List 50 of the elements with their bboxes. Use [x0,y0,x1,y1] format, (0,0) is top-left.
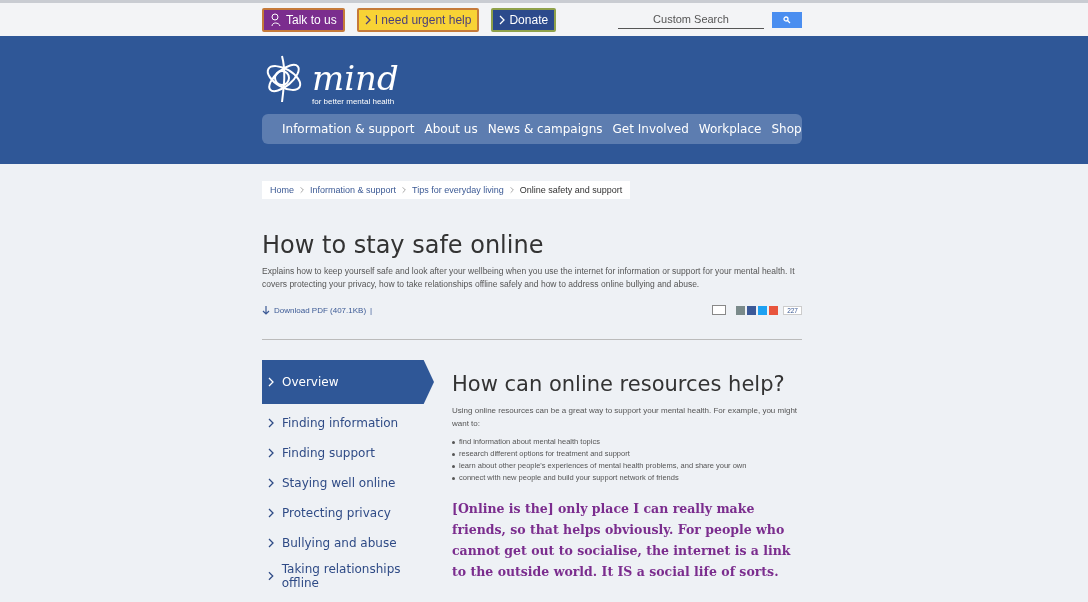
chevron-icon [300,185,304,195]
chevron-icon [268,508,274,518]
logo-tagline: for better mental health [312,97,396,106]
search-field[interactable]: Custom Search [618,10,764,29]
nav-link[interactable]: Information & support [282,122,415,136]
nav-link[interactable]: Workplace [698,122,762,136]
sidebar-item[interactable]: Taking relationships offline [262,558,434,594]
comment-icon[interactable] [712,305,727,315]
separator-text: | [370,305,373,315]
donate-button[interactable]: Donate [491,7,557,32]
sidebar-item[interactable]: Finding information [262,408,434,438]
intro-text: Using online resources can be a great way to support your mental health. For example, you might want to: [452,405,799,430]
breadcrumb-link[interactable]: Information & support [310,185,397,195]
nav-link[interactable]: News & campaigns [487,122,603,136]
sidebar-item[interactable]: Bullying and abuse [262,528,434,558]
download-arrow-icon [262,305,270,315]
sidebar-item[interactable]: Staying well online [262,468,434,498]
breadcrumb-link[interactable]: Home [270,185,294,195]
chevron-icon [268,377,274,387]
talk-button[interactable]: Talk to us [262,7,345,32]
chevron-icon [499,14,506,25]
nav-link[interactable]: About us [424,122,478,136]
figure-icon [270,12,282,27]
nav-link[interactable]: Get Involved [612,122,689,136]
bullet-icon [452,476,455,480]
sidebar-item[interactable]: Protecting privacy [262,498,434,528]
urgent-button[interactable]: I need urgent help [356,7,480,32]
chevron-icon [268,448,274,458]
chevron-icon [402,185,407,195]
sidebar-item[interactable]: Finding support [262,438,434,468]
bullet-icon [452,452,455,456]
bullet-icon [452,464,455,468]
search-button[interactable] [772,11,802,28]
page-title: How to stay safe online [262,231,545,259]
breadcrumb-link[interactable]: Tips for everyday living [412,185,504,195]
sidebar-item[interactable]: Overview [262,360,434,404]
nav-link[interactable]: Shop [771,122,802,136]
logo-wordmark: mind [312,58,399,98]
chevron-icon [268,418,274,428]
search-icon [783,15,791,24]
chevron-icon [364,14,371,25]
chevron-icon [268,478,274,488]
chevron-icon [268,538,274,548]
download-link[interactable]: Download PDF (407.1KB) [274,305,367,315]
chevron-icon [268,571,274,581]
quote-text: [Online is the] only place I can really make friends, so that helps obviously. For people who cannot get out to socialise, the internet is a link to the outside world. It IS a social life of sorts. [452,500,792,581]
bullet-icon [452,440,455,444]
chevron-icon [509,185,514,195]
page-summary: Explains how to keep yourself safe and look after your wellbeing when you use the internet for information or support for your mental health. It covers protecting your privacy, how to take relationships offline safely and how to address online bullying and abuse. [262,265,796,291]
section-heading: How can online resources help? [452,372,786,396]
